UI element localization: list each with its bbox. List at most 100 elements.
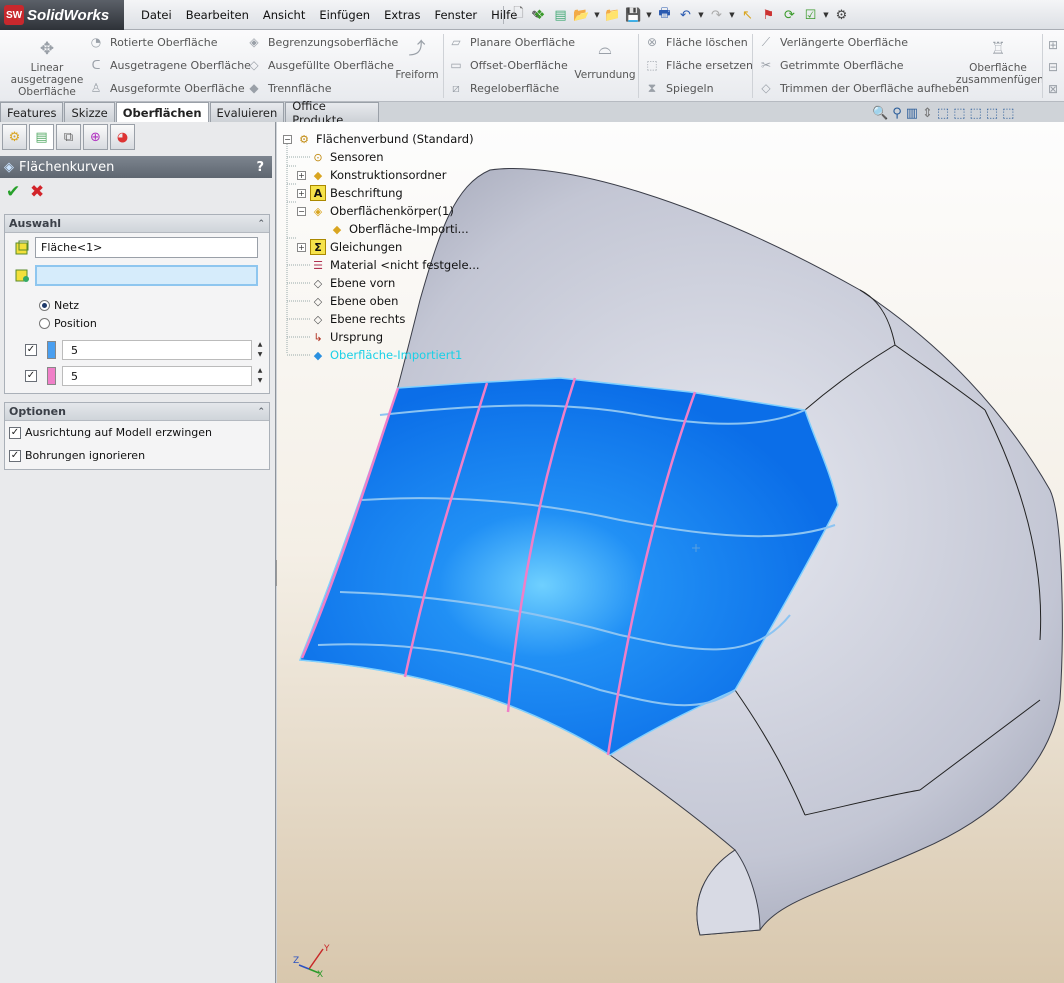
redo-dropdown-icon[interactable]: ▼ [728,11,736,19]
new-document-icon[interactable]: 🗋 [509,6,528,25]
tab-evaluieren[interactable]: Evaluieren [209,102,285,122]
help-icon[interactable]: ? [256,160,264,175]
collapse-chevron-icon[interactable]: ⌃ [257,219,265,229]
tab-features[interactable]: Features [0,102,64,122]
options-dropdown-icon[interactable]: ▼ [822,11,830,19]
direction2-count-input[interactable]: 5 [62,366,252,386]
print-preview-icon[interactable]: ▤ [551,6,570,25]
graphics-area[interactable]: − ⚙ Flächenverbund (Standard) ⊙ Sensoren… [277,122,1064,983]
open-folder-icon[interactable]: 📁 [603,6,622,25]
new-from-template-icon[interactable]: ❖ [530,6,549,25]
radio-position-indicator[interactable] [39,318,50,329]
trim-surface-button[interactable]: ✂ Getrimmte Oberfläche [758,55,904,75]
tree-item-imported-surface[interactable]: ◆ Oberfläche-Importiert1 [310,346,463,364]
section-view-icon[interactable]: ⇕ [922,106,933,126]
redo-icon[interactable]: ↷ [707,6,726,25]
replace-face-button[interactable]: ⬚ Fläche ersetzen [644,55,753,75]
mirror-button[interactable]: ⧗ Spiegeln [644,78,714,98]
tree-item-imported-surface-body[interactable]: ◆ Oberfläche-Importi... [329,220,469,238]
radio-mesh[interactable]: Netz [39,299,79,312]
selection-group-header[interactable]: Auswahl ⌃ [5,215,269,233]
ignore-holes-checkbox[interactable]: ✓ [9,449,21,462]
save-icon[interactable]: 💾 [624,6,643,25]
feature-manager-tab-icon[interactable]: ⚙ [2,124,27,150]
fillet-button[interactable]: ⌓ Verrundung [574,38,636,82]
direction1-count-input[interactable]: 5 [62,340,252,360]
offset-surface-button[interactable]: ▭ Offset-Oberfläche [448,55,567,75]
previous-view-icon[interactable]: ▥ [906,106,918,126]
ok-button[interactable]: ✔ [6,182,20,202]
display-manager-tab-icon[interactable]: ◕ [110,124,135,150]
zoom-area-icon[interactable]: ⚲ [892,106,902,126]
undo-icon[interactable]: ↶ [676,6,695,25]
tree-item-top-plane[interactable]: ◇ Ebene oben [310,292,399,310]
open-dropdown-icon[interactable]: ▼ [593,11,601,19]
tab-office-produkte[interactable]: Office Produkte [285,99,379,127]
tree-item-right-plane[interactable]: ◇ Ebene rechts [310,310,406,328]
parting-surface-button[interactable]: ◆ Trennfläche [246,78,331,98]
addins-icon[interactable]: ⚙ [832,6,851,25]
radio-mesh-indicator[interactable] [39,300,50,311]
swept-surface-button[interactable]: ᑕ Ausgetragene Oberfläche [88,55,251,75]
menu-ansicht[interactable]: Ansicht [256,8,312,22]
hide-show-icon[interactable]: ⬚ [970,106,982,126]
property-manager-tab-icon[interactable]: ▤ [29,124,54,150]
face-selection-box[interactable]: Fläche<1> [35,237,258,258]
boundary-surface-button[interactable]: ◈ Begrenzungsoberfläche [246,32,398,52]
zoom-fit-icon[interactable]: 🔍 [872,106,888,126]
apply-scene-icon[interactable]: ⬚ [1002,106,1014,126]
extend-surface-button[interactable]: ⟋ Verlängerte Oberfläche [758,32,908,52]
view-orientation-icon[interactable]: ⬚ [937,106,949,126]
linear-surface-button[interactable]: ✥ Linear ausgetragene Oberfläche [8,38,86,99]
revolved-surface-button[interactable]: ◔ Rotierte Oberfläche [88,32,218,52]
undo-dropdown-icon[interactable]: ▼ [697,11,705,19]
tree-item-sensors[interactable]: ⊙ Sensoren [310,148,383,166]
direction1-spinner[interactable]: ▲ ▼ [254,340,266,360]
direction2-checkbox[interactable]: ✓ [25,370,37,382]
rebuild-icon[interactable]: ⟳ [780,6,799,25]
edit-appearance-icon[interactable]: ⬚ [986,106,998,126]
solidworks-logo[interactable]: SW SolidWorks [0,0,124,30]
vertex-selection-box[interactable] [35,265,258,286]
menu-bearbeiten[interactable]: Bearbeiten [179,8,256,22]
tree-item-origin[interactable]: ↳ Ursprung [310,328,383,346]
direction1-color-swatch[interactable] [47,341,56,359]
dimxpert-manager-tab-icon[interactable]: ⊕ [83,124,108,150]
options-group-header[interactable]: Optionen ⌃ [5,403,269,421]
save-dropdown-icon[interactable]: ▼ [645,11,653,19]
filled-surface-button[interactable]: ◇ Ausgefüllte Oberfläche [246,55,394,75]
configuration-manager-tab-icon[interactable]: ⧉ [56,124,81,150]
tree-item-front-plane[interactable]: ◇ Ebene vorn [310,274,396,292]
tab-skizze[interactable]: Skizze [64,102,115,122]
traffic-light-icon[interactable]: ⚑ [759,6,778,25]
delete-face-button[interactable]: ⊗ Fläche löschen [644,32,748,52]
ribbon-overflow-icons[interactable]: ⊞ ⊟ ⊠ [1048,34,1064,100]
tree-item-design-binder[interactable]: + ◆ Konstruktionsordner [297,166,446,184]
ruled-surface-button[interactable]: ⧄ Regeloberfläche [448,78,559,98]
print-icon[interactable]: 🖶 [655,6,674,25]
constrain-option[interactable]: ✓ Ausrichtung auf Modell erzwingen [9,426,212,439]
freeform-button[interactable]: ⤴ Freiform [394,38,440,82]
open-icon[interactable]: 📂 [572,6,591,25]
menu-extras[interactable]: Extras [377,8,427,22]
menu-datei[interactable]: Datei [134,8,179,22]
planar-surface-button[interactable]: ▱ Planare Oberfläche [448,32,575,52]
menu-einfuegen[interactable]: Einfügen [312,8,377,22]
display-style-icon[interactable]: ⬚ [953,106,965,126]
direction2-color-swatch[interactable] [47,367,56,385]
constrain-checkbox[interactable]: ✓ [9,426,21,439]
collapse-chevron-icon[interactable]: ⌃ [257,407,265,417]
menu-fenster[interactable]: Fenster [427,8,484,22]
ignore-holes-option[interactable]: ✓ Bohrungen ignorieren [9,449,145,462]
tree-item-material[interactable]: ☰ Material <nicht festgele... [310,256,479,274]
knit-surface-button[interactable]: ♖ Oberfläche zusammenfügen [956,38,1044,87]
untrim-surface-button[interactable]: ◇ Trimmen der Oberfläche aufheben [758,78,969,98]
direction2-spinner[interactable]: ▲ ▼ [254,366,266,386]
lofted-surface-button[interactable]: ♙ Ausgeformte Oberfläche [88,78,245,98]
cancel-button[interactable]: ✖ [30,182,44,202]
select-icon[interactable]: ↖ [738,6,757,25]
tab-oberflaechen[interactable]: Oberflächen [115,102,209,123]
options-icon[interactable]: ☑ [801,6,820,25]
direction1-checkbox[interactable]: ✓ [25,344,37,356]
tree-item-surface-bodies[interactable]: − ◈ Oberflächenkörper(1) [297,202,454,220]
